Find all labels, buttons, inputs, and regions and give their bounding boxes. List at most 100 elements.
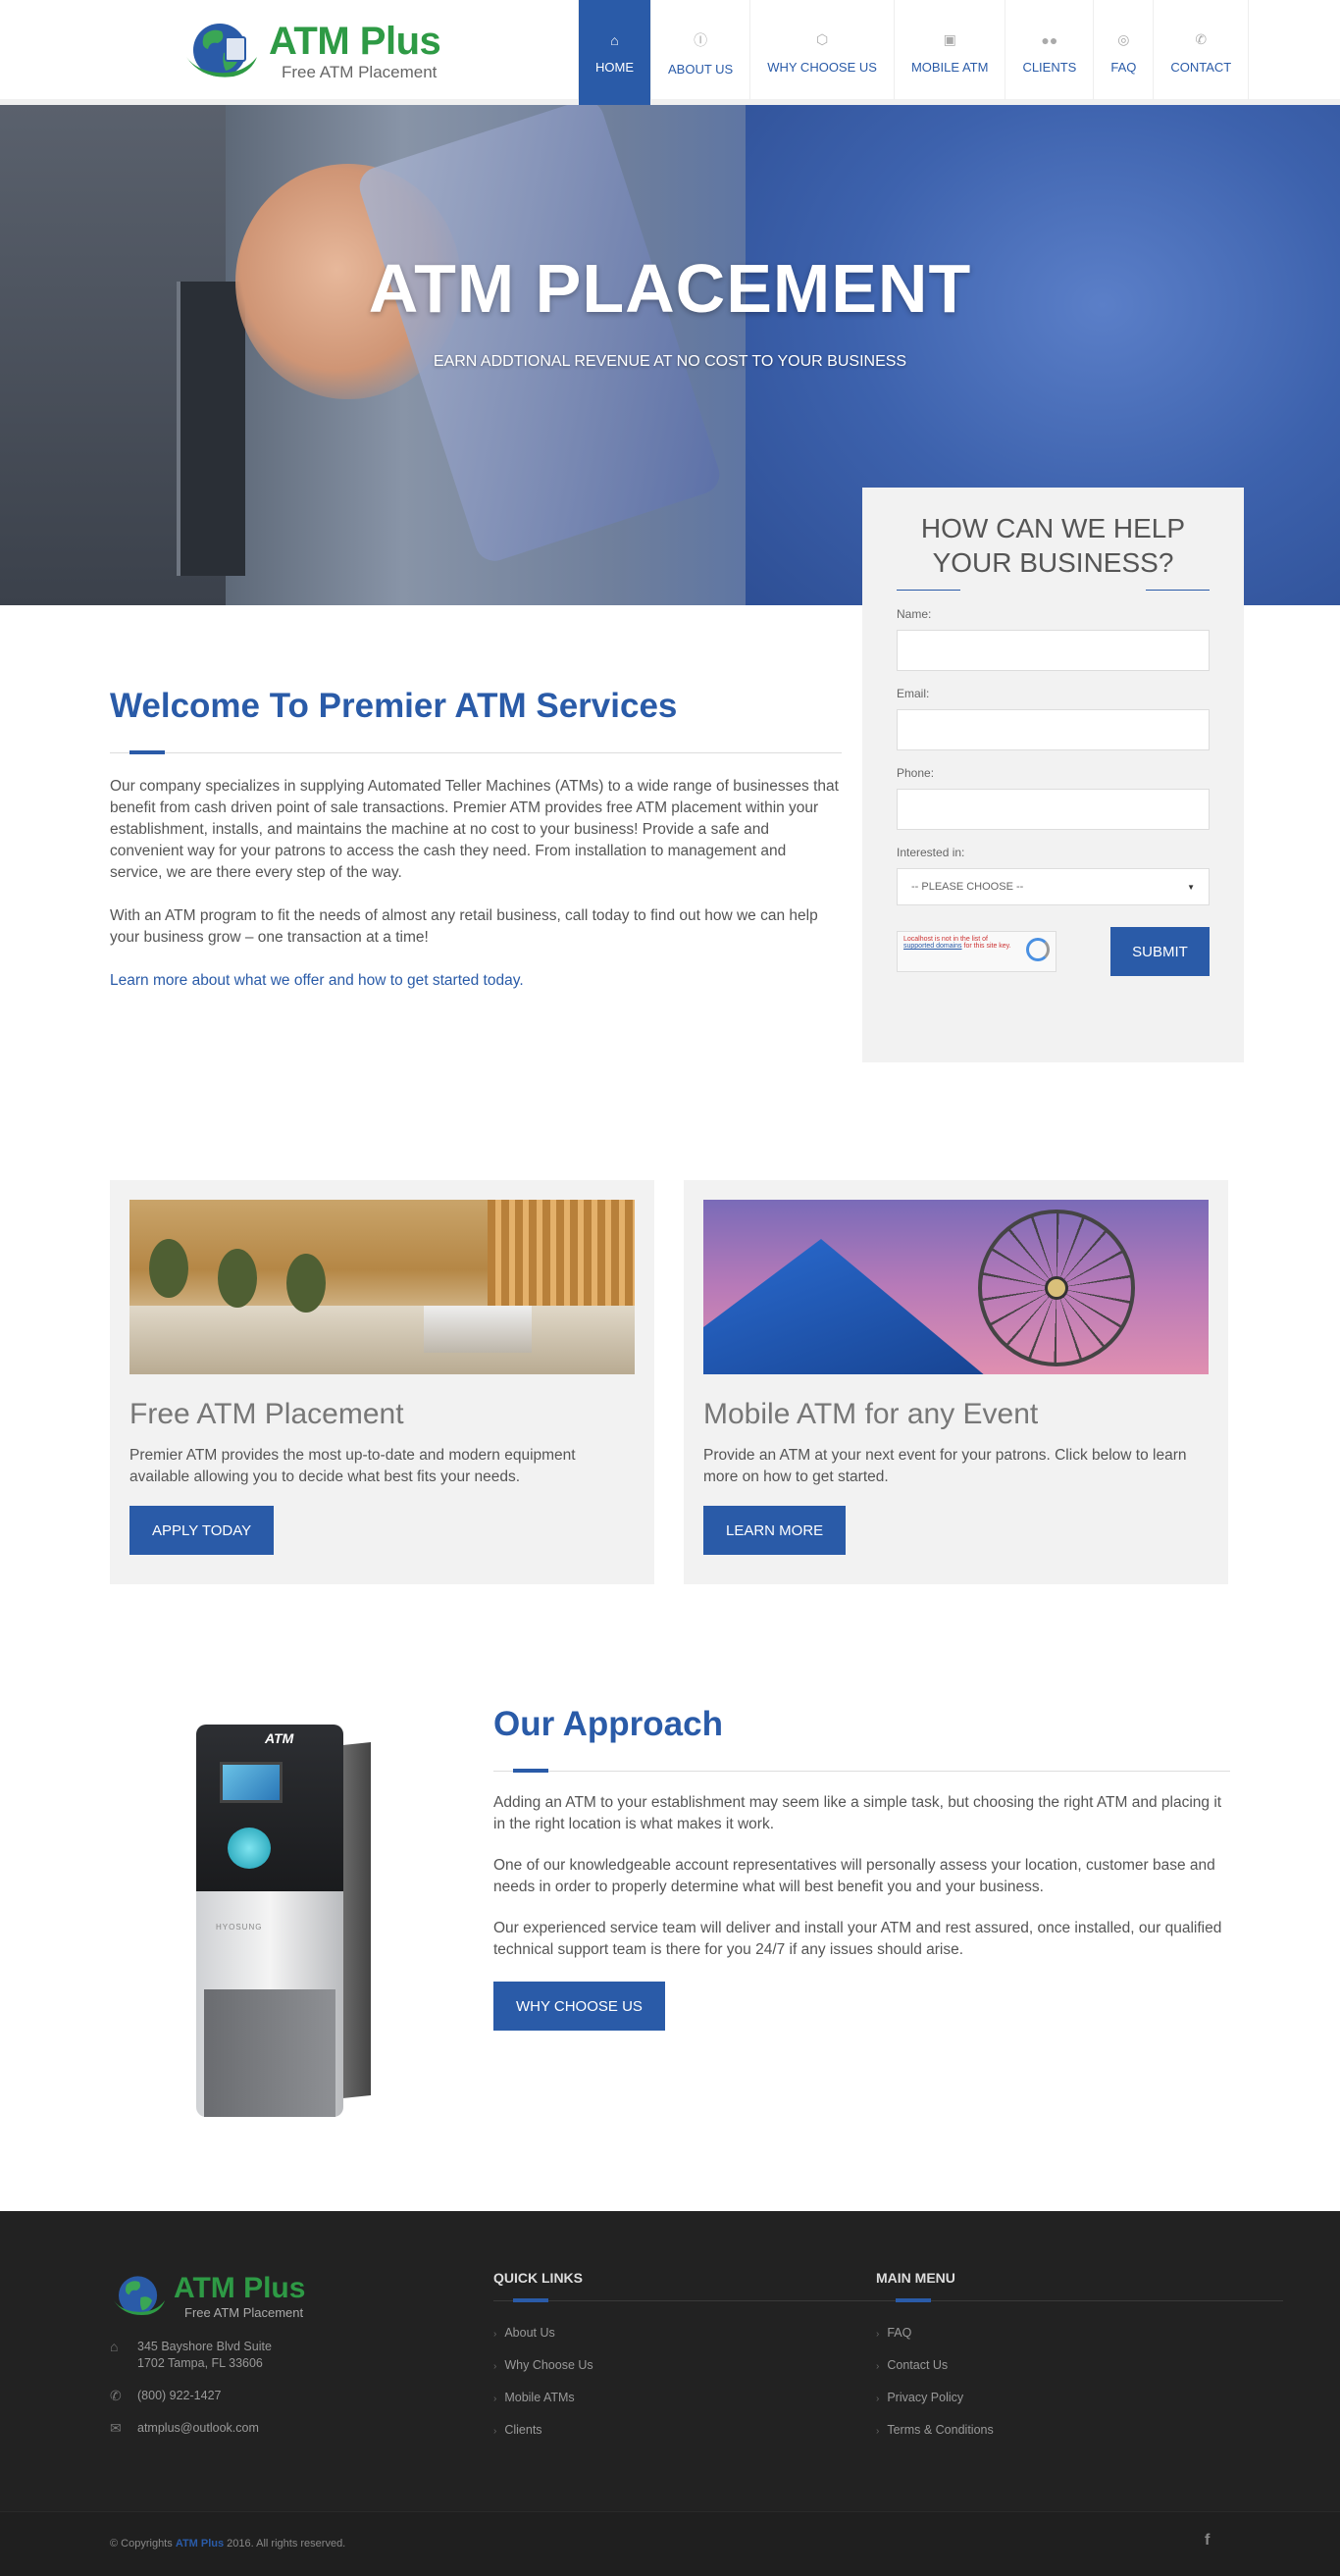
- phone-label: Phone:: [897, 766, 935, 780]
- email-field[interactable]: [897, 709, 1210, 750]
- recaptcha-icon: [1026, 938, 1050, 961]
- lifebuoy-icon: ◎: [1117, 31, 1130, 47]
- welcome-title: Welcome To Premier ATM Services: [110, 687, 678, 725]
- interest-label: Interested in:: [897, 846, 965, 859]
- footer-link-why-choose-us[interactable]: › Why Choose Us: [493, 2349, 901, 2382]
- captcha-error-text: Localhost is not in the list of: [903, 936, 988, 943]
- recaptcha-widget[interactable]: Localhost is not in the list of supporte…: [897, 931, 1057, 972]
- approach-title: Our Approach: [493, 1705, 723, 1743]
- feature-card: Free ATM Placement Premier ATM provides …: [110, 1180, 654, 1584]
- nav-label: MOBILE ATM: [910, 60, 989, 75]
- card-text: Provide an ATM at your next event for yo…: [703, 1447, 1187, 1485]
- approach-divider: [493, 1769, 1230, 1774]
- logo-brand: ATM Plus: [269, 20, 441, 64]
- interest-selected-value: -- PLEASE CHOOSE --: [911, 881, 1024, 893]
- footer-link-label: FAQ: [887, 2326, 912, 2340]
- feature-card: Mobile ATM for any Event Provide an ATM …: [684, 1180, 1228, 1584]
- address-line: 345 Bayshore Blvd Suite: [137, 2340, 272, 2353]
- approach-paragraph: Our experienced service team will delive…: [493, 1920, 1222, 1958]
- nav-item-contact[interactable]: ✆ CONTACT: [1153, 0, 1250, 100]
- name-label: Name:: [897, 607, 932, 621]
- learn-more-button[interactable]: LEARN MORE: [703, 1506, 847, 1555]
- welcome-body: Our company specializes in supplying Aut…: [110, 776, 842, 1013]
- footer-link-terms[interactable]: › Terms & Conditions: [876, 2414, 1283, 2447]
- globe-icon: [113, 2276, 166, 2315]
- welcome-divider: [110, 750, 842, 755]
- home-icon: ⌂: [610, 31, 619, 48]
- form-title: HOW CAN WE HELP YOUR BUSINESS?: [920, 513, 1186, 578]
- users-icon: ●●: [1041, 31, 1058, 48]
- phone-icon: ✆: [110, 2388, 122, 2403]
- learn-more-link[interactable]: Learn more about what we offer and how t…: [110, 970, 842, 992]
- nav-label: ABOUT US: [668, 61, 734, 77]
- footer-logo-brand-text: ATM Plus: [174, 2272, 306, 2304]
- apply-today-button[interactable]: APPLY TODAY: [129, 1506, 275, 1555]
- main-nav: ⌂ HOME ⓘ ABOUT US ⬡ WHY CHOOSE US ▣ MOBI…: [578, 0, 1250, 106]
- footer-bottom-bar: © Copyrights ATM Plus 2016. All rights r…: [0, 2511, 1340, 2576]
- chevron-right-icon: ›: [876, 2426, 880, 2437]
- interest-select[interactable]: -- PLEASE CHOOSE -- ▼: [897, 868, 1210, 905]
- caret-down-icon: ▼: [1187, 882, 1195, 892]
- approach-paragraph: One of our knowledgeable account represe…: [493, 1857, 1215, 1895]
- footer-link-privacy-policy[interactable]: › Privacy Policy: [876, 2382, 1283, 2414]
- approach-paragraph: Adding an ATM to your establishment may …: [493, 1794, 1222, 1832]
- footer-link-label: Terms & Conditions: [887, 2423, 994, 2437]
- copyright-text: © Copyrights ATM Plus 2016. All rights r…: [110, 2538, 345, 2550]
- nav-label: FAQ: [1110, 60, 1137, 75]
- footer-link-label: Privacy Policy: [887, 2391, 964, 2404]
- name-field[interactable]: [897, 630, 1210, 671]
- form-divider: [897, 590, 1210, 592]
- hotel-lobby-image: [129, 1200, 635, 1374]
- footer-link-contact-us[interactable]: › Contact Us: [876, 2349, 1283, 2382]
- nav-item-clients[interactable]: ●● CLIENTS: [1005, 0, 1093, 100]
- copyright-brand[interactable]: ATM Plus: [176, 2538, 224, 2550]
- quick-links-title: QUICK LINKS: [493, 2270, 583, 2286]
- email-address[interactable]: atmplus@outlook.com: [137, 2420, 259, 2437]
- nav-label: CLIENTS: [1022, 59, 1077, 75]
- footer-link-faq[interactable]: › FAQ: [876, 2317, 1283, 2349]
- nav-item-why-choose-us[interactable]: ⬡ WHY CHOOSE US: [749, 0, 894, 100]
- phone-field[interactable]: [897, 789, 1210, 830]
- footer-link-label: Mobile ATMs: [504, 2391, 575, 2404]
- info-icon: ⓘ: [694, 31, 708, 48]
- nav-item-mobile-atm[interactable]: ▣ MOBILE ATM: [893, 0, 1005, 100]
- footer-logo-brand: ATM Plus: [174, 2272, 305, 2305]
- main-menu-column: MAIN MENU › FAQ › Contact Us › Privacy Poli…: [876, 2270, 1283, 2447]
- card-title: Mobile ATM for any Event: [703, 1398, 1039, 1430]
- hero-subtitle: EARN ADDTIONAL REVENUE AT NO COST TO YOU…: [433, 353, 907, 370]
- site-header: ATM Plus Free ATM Placement ⌂ HOME ⓘ ABO…: [0, 0, 1340, 106]
- footer-link-clients[interactable]: › Clients: [493, 2414, 901, 2447]
- form-actions: Localhost is not in the list of supporte…: [897, 927, 1210, 976]
- main-menu-title: MAIN MENU: [876, 2270, 955, 2286]
- captcha-link[interactable]: supported domains: [903, 943, 962, 950]
- nav-label: WHY CHOOSE US: [767, 60, 877, 75]
- cube-icon: ⬡: [815, 31, 829, 47]
- copyright-suffix: 2016. All rights reserved.: [227, 2538, 346, 2550]
- hero-title: ATM PLACEMENT: [368, 250, 972, 327]
- logo-brand-text: ATM Plus: [269, 20, 441, 63]
- contact-form: HOW CAN WE HELP YOUR BUSINESS? Name: Ema…: [862, 488, 1244, 1062]
- nav-label: CONTACT: [1170, 60, 1232, 75]
- nav-label: HOME: [595, 59, 634, 75]
- why-choose-us-button[interactable]: WHY CHOOSE US: [493, 1982, 665, 2031]
- atm-brand-label: HYOSUNG: [216, 1923, 263, 1932]
- footer-link-label: About Us: [504, 2326, 555, 2340]
- facebook-icon[interactable]: f: [1205, 2532, 1210, 2550]
- footer-link-about-us[interactable]: › About Us: [493, 2317, 901, 2349]
- footer-link-label: Clients: [504, 2423, 542, 2437]
- nav-item-home[interactable]: ⌂ HOME: [578, 0, 650, 106]
- site-logo[interactable]: ATM Plus Free ATM Placement: [182, 18, 477, 82]
- quick-links-divider: [493, 2298, 901, 2303]
- submit-button[interactable]: SUBMIT: [1110, 927, 1210, 976]
- footer-logo[interactable]: ATM Plus Free ATM Placement: [111, 2272, 336, 2321]
- footer-link-mobile-atms[interactable]: › Mobile ATMs: [493, 2382, 901, 2414]
- phone-number[interactable]: (800) 922-1427: [137, 2388, 221, 2404]
- quick-links-column: QUICK LINKS › About Us › Why Choose Us › Mo…: [493, 2270, 901, 2447]
- card-text: Premier ATM provides the most up-to-date…: [129, 1447, 576, 1485]
- nav-item-faq[interactable]: ◎ FAQ: [1093, 0, 1153, 100]
- chevron-right-icon: ›: [493, 2361, 497, 2372]
- chevron-right-icon: ›: [876, 2394, 880, 2404]
- footer-contact-info: ⌂ 345 Bayshore Blvd Suite 1702 Tampa, FL …: [110, 2339, 404, 2452]
- copyright-prefix: © Copyrights: [110, 2538, 173, 2550]
- nav-item-about-us[interactable]: ⓘ ABOUT US: [650, 0, 749, 100]
